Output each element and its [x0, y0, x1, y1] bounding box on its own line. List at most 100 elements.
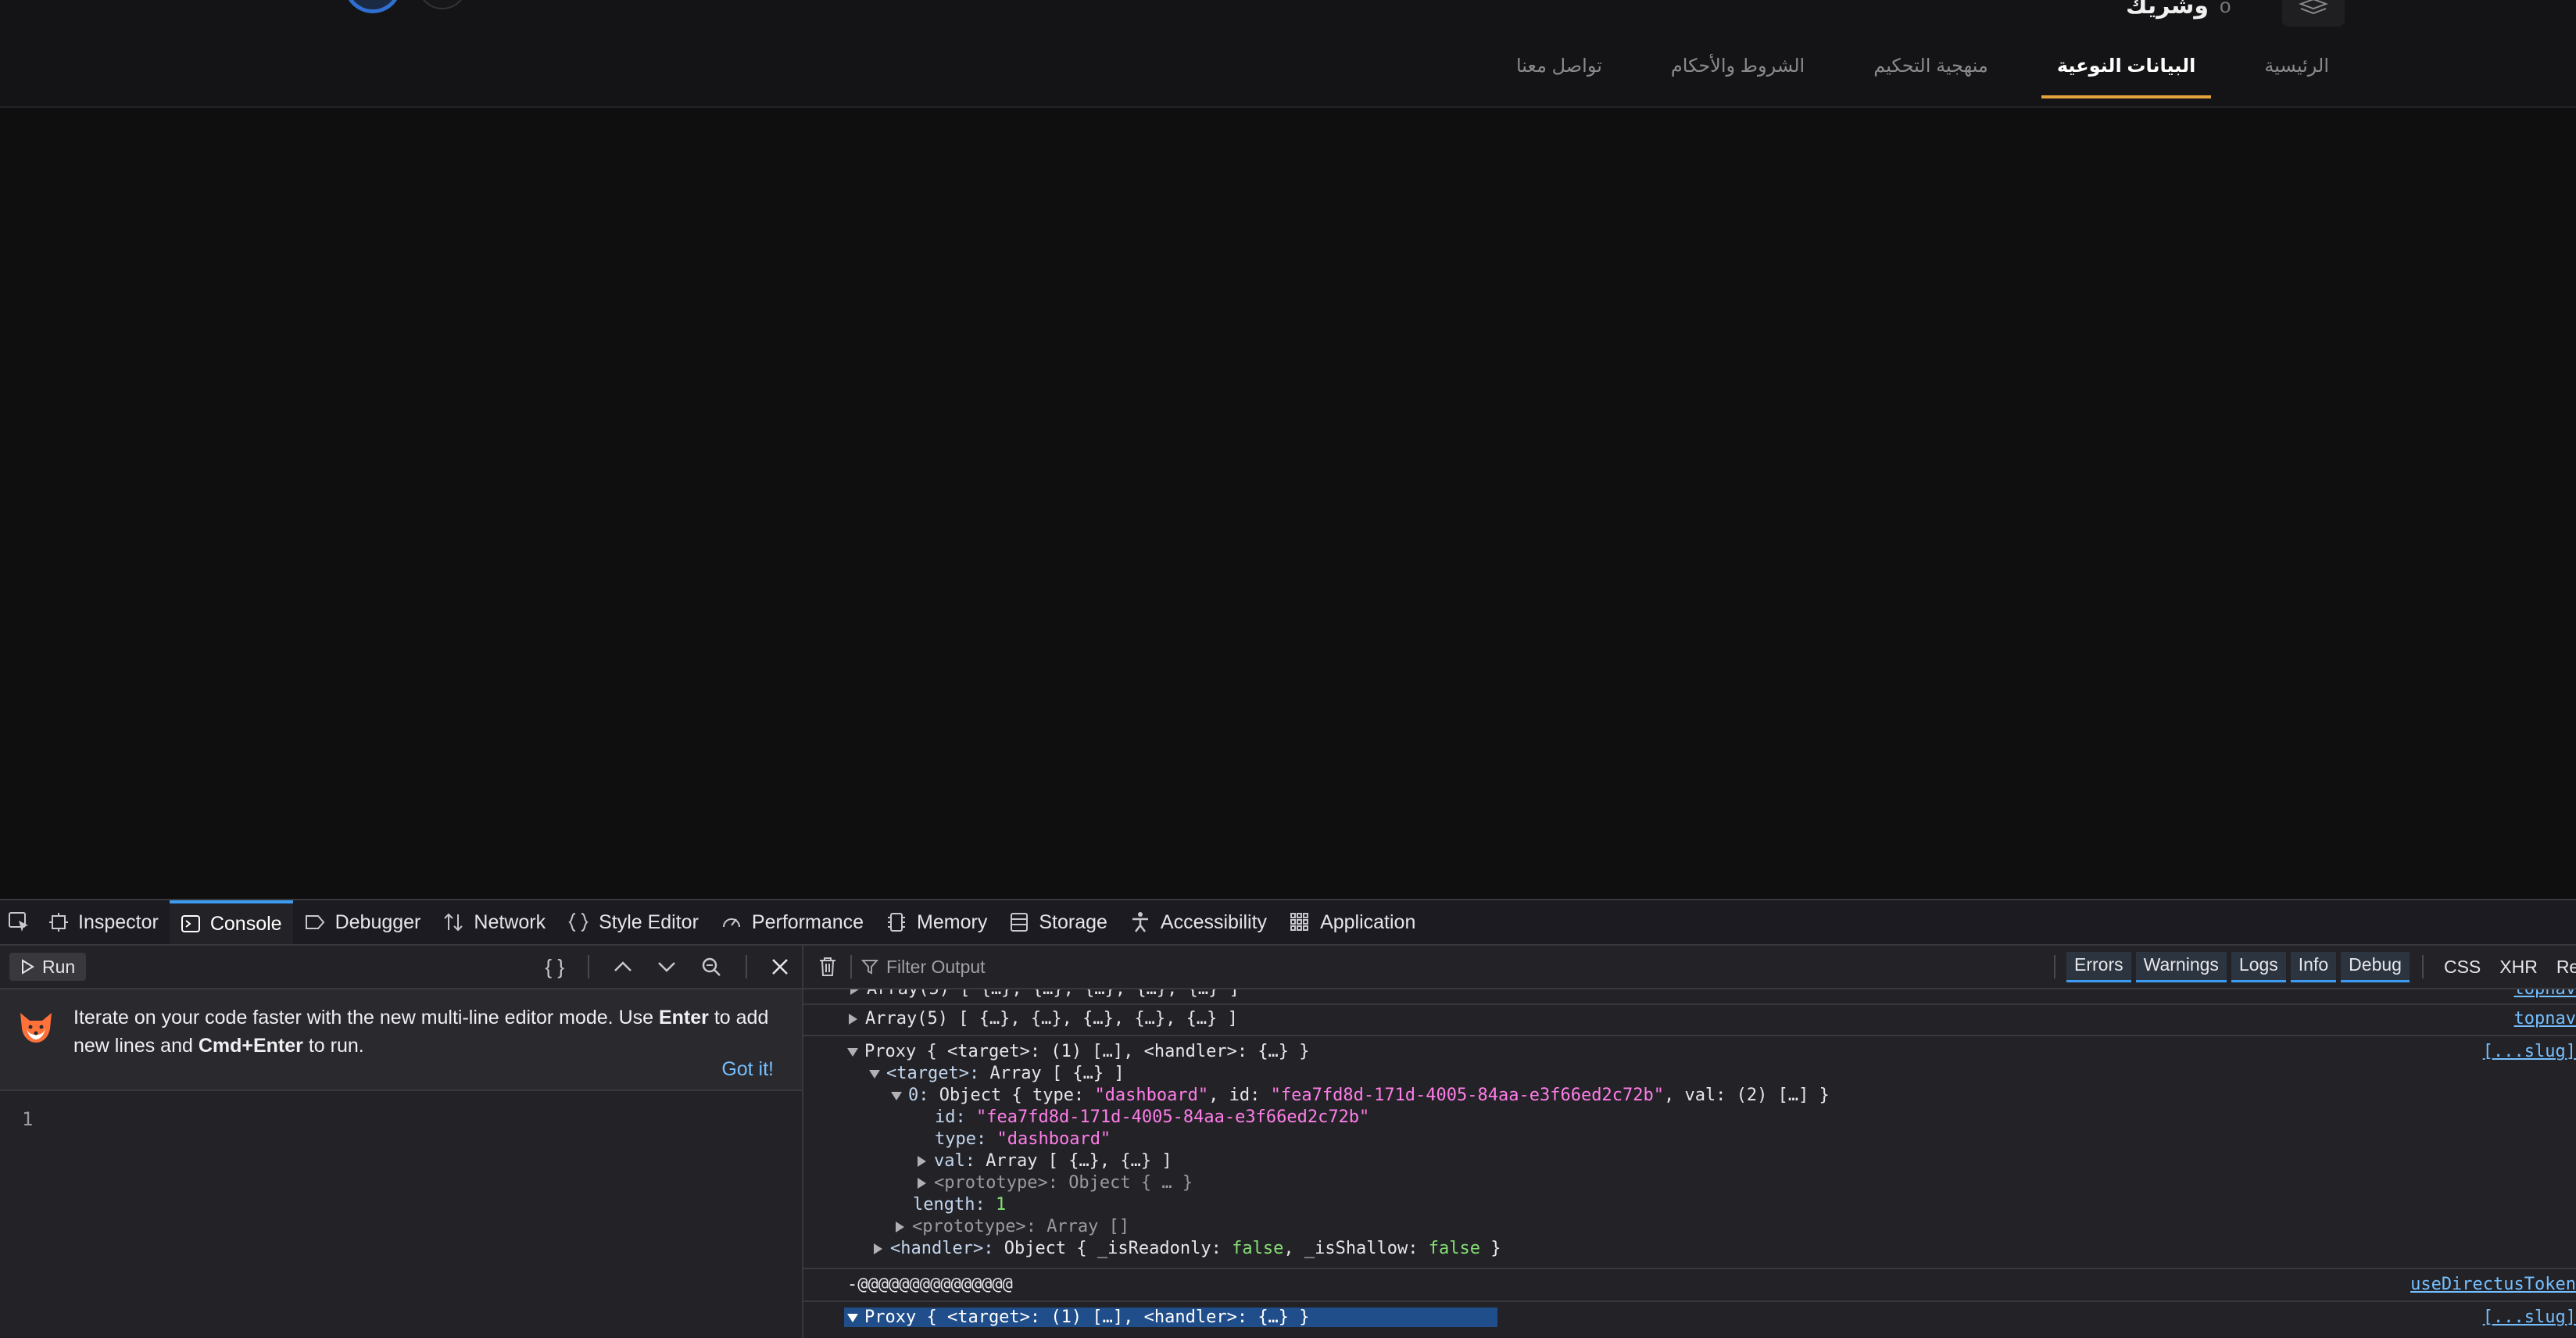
message-source-link[interactable]: [...slug] — [2483, 1307, 2576, 1329]
application-icon — [1290, 913, 1309, 931]
collapse-toggle-icon[interactable] — [869, 1069, 880, 1079]
nav-item-qualitative-data[interactable]: البيانات النوعية — [2041, 48, 2212, 98]
tab-application[interactable]: Application — [1278, 900, 1426, 944]
nav-item-judging-methodology[interactable]: منهجية التحكيم — [1858, 48, 2004, 98]
tab-label: Application — [1320, 910, 1416, 933]
console-messages: Array(5) [ {…}, {…}, {…}, {…}, {…} ] top… — [803, 989, 2576, 1338]
tree-node-prototype-object[interactable]: <prototype>: Object { … } — [803, 1172, 2576, 1194]
pretty-print-button[interactable]: { } — [545, 955, 564, 979]
filter-debug-button[interactable]: Debug — [2341, 951, 2410, 982]
site-header: وشريك o الرئيسية البيانات النوعية منهجية… — [0, 0, 2576, 108]
expand-toggle-icon[interactable] — [850, 989, 859, 995]
message-source-link[interactable]: topnav — [2514, 989, 2576, 1000]
console-message[interactable]: Array(5) [ {…}, {…}, {…}, {…}, {…} ] top… — [803, 989, 2576, 1000]
expand-toggle-icon[interactable] — [918, 1156, 926, 1167]
editor-toolbar: Run { } — [0, 946, 802, 989]
tab-label: Inspector — [78, 910, 159, 933]
tab-label: Storage — [1039, 910, 1107, 933]
divider — [746, 955, 747, 978]
tree-node-type: type: "dashboard" — [935, 1129, 1111, 1149]
brand-name: وشريك — [2126, 0, 2209, 19]
tab-style-editor[interactable]: Style Editor — [556, 900, 710, 944]
user-avatar-icon[interactable] — [344, 0, 402, 13]
filter-icon — [861, 960, 878, 975]
collapse-toggle-icon[interactable] — [847, 1313, 858, 1322]
devtools-body: Run { } Iterate on your code faster with… — [0, 946, 2576, 1338]
history-down-icon[interactable] — [657, 960, 677, 974]
tab-memory[interactable]: Memory — [875, 900, 998, 944]
tree-node-prototype-array[interactable]: <prototype>: Array [] — [803, 1216, 2576, 1238]
message-source-link[interactable]: topnav — [2514, 1008, 2576, 1030]
nav-item-contact[interactable]: تواصل معنا — [1501, 48, 1618, 98]
message-source-link[interactable]: useDirectusToken — [2410, 1274, 2576, 1296]
filter-css-button[interactable]: CSS — [2435, 957, 2490, 978]
divider — [2421, 955, 2424, 978]
tab-debugger[interactable]: Debugger — [293, 900, 432, 944]
console-message-proxy[interactable]: Proxy { <target>: (1) […], <handler>: {…… — [803, 1041, 2576, 1063]
filter-info-button[interactable]: Info — [2290, 951, 2337, 982]
history-up-icon[interactable] — [613, 960, 633, 974]
tab-performance[interactable]: Performance — [710, 900, 875, 944]
close-editor-icon[interactable] — [771, 957, 789, 976]
tree-node-handler[interactable]: <handler>: Object { _isReadonly: false, … — [803, 1238, 2576, 1260]
tree-node-item-0[interactable]: 0: Object { type: "dashboard", id: "fea7… — [803, 1085, 2576, 1107]
console-message[interactable]: -@@@@@@@@@@@@@@@ useDirectusToken — [803, 1274, 2576, 1296]
expand-toggle-icon[interactable] — [874, 1243, 882, 1254]
divider — [803, 1004, 2576, 1005]
site-logo-icon[interactable] — [2282, 0, 2345, 27]
expand-toggle-icon[interactable] — [896, 1222, 904, 1232]
console-icon — [181, 915, 200, 932]
tab-accessibility[interactable]: Accessibility — [1118, 900, 1278, 944]
tab-label: Console — [209, 912, 282, 935]
run-button[interactable]: Run — [9, 953, 87, 981]
tab-inspector[interactable]: Inspector — [38, 900, 170, 944]
performance-icon — [722, 918, 740, 928]
tab-label: Network — [474, 910, 546, 933]
tree-node-length: length: 1 — [913, 1195, 1007, 1215]
collapse-toggle-icon[interactable] — [891, 1091, 902, 1100]
console-output: Filter Output Errors Warnings Logs Info … — [803, 946, 2576, 1338]
nav-item-home[interactable]: الرئيسية — [2249, 48, 2345, 98]
tab-label: Style Editor — [599, 910, 699, 933]
filter-logs-button[interactable]: Logs — [2231, 951, 2286, 982]
filter-xhr-button[interactable]: XHR — [2490, 957, 2547, 978]
editor-onboarding-banner: Iterate on your code faster with the new… — [0, 989, 802, 1091]
got-it-button[interactable]: Got it! — [721, 1058, 774, 1081]
nav-item-terms[interactable]: الشروط والأحكام — [1655, 48, 1820, 98]
filter-placeholder: Filter Output — [886, 956, 986, 977]
tree-node-id: id: "fea7fd8d-171d-4005-84aa-e3f66ed2c72… — [935, 1107, 1370, 1127]
expand-toggle-icon[interactable] — [918, 1178, 926, 1189]
editor-line-number: 1 — [22, 1108, 34, 1130]
divider — [803, 1300, 2576, 1302]
clear-console-icon[interactable] — [814, 956, 841, 978]
onboarding-message: Iterate on your code faster with the new… — [73, 1007, 769, 1057]
element-picker-icon[interactable] — [0, 900, 38, 944]
message-source-link[interactable]: [...slug] — [2483, 1041, 2576, 1063]
filter-errors-button[interactable]: Errors — [2066, 951, 2131, 982]
inspector-icon — [49, 913, 68, 932]
accessibility-icon — [1132, 912, 1148, 932]
firefox-fox-icon — [20, 1013, 52, 1043]
filter-warnings-button[interactable]: Warnings — [2135, 951, 2227, 982]
tab-label: Performance — [751, 910, 864, 933]
tab-console[interactable]: Console — [169, 900, 293, 944]
reverse-search-icon[interactable] — [700, 956, 722, 978]
storage-icon — [1011, 913, 1029, 932]
brand-separator: o — [2220, 0, 2231, 17]
tab-network[interactable]: Network — [431, 900, 556, 944]
filter-requests-button[interactable]: Re — [2547, 957, 2576, 978]
console-message-proxy-selected[interactable]: Proxy { <target>: (1) […], <handler>: {…… — [803, 1307, 2576, 1329]
secondary-avatar-icon[interactable] — [417, 0, 467, 9]
editor-tools: { } — [545, 946, 789, 988]
tree-node-target[interactable]: <target>: Array [ {…} ] — [803, 1063, 2576, 1085]
tree-node-val[interactable]: val: Array [ {…}, {…} ] — [803, 1150, 2576, 1172]
expand-toggle-icon[interactable] — [849, 1014, 857, 1025]
devtools-toolbar: Inspector Console Debugger Network Style… — [0, 900, 2576, 946]
filter-output-input[interactable]: Filter Output — [861, 957, 986, 978]
run-label: Run — [42, 956, 76, 977]
console-message[interactable]: Array(5) [ {…}, {…}, {…}, {…}, {…} ] top… — [803, 1008, 2576, 1030]
network-icon — [444, 913, 463, 932]
tab-storage[interactable]: Storage — [998, 900, 1118, 944]
collapse-toggle-icon[interactable] — [847, 1047, 858, 1057]
divider — [2054, 955, 2055, 978]
